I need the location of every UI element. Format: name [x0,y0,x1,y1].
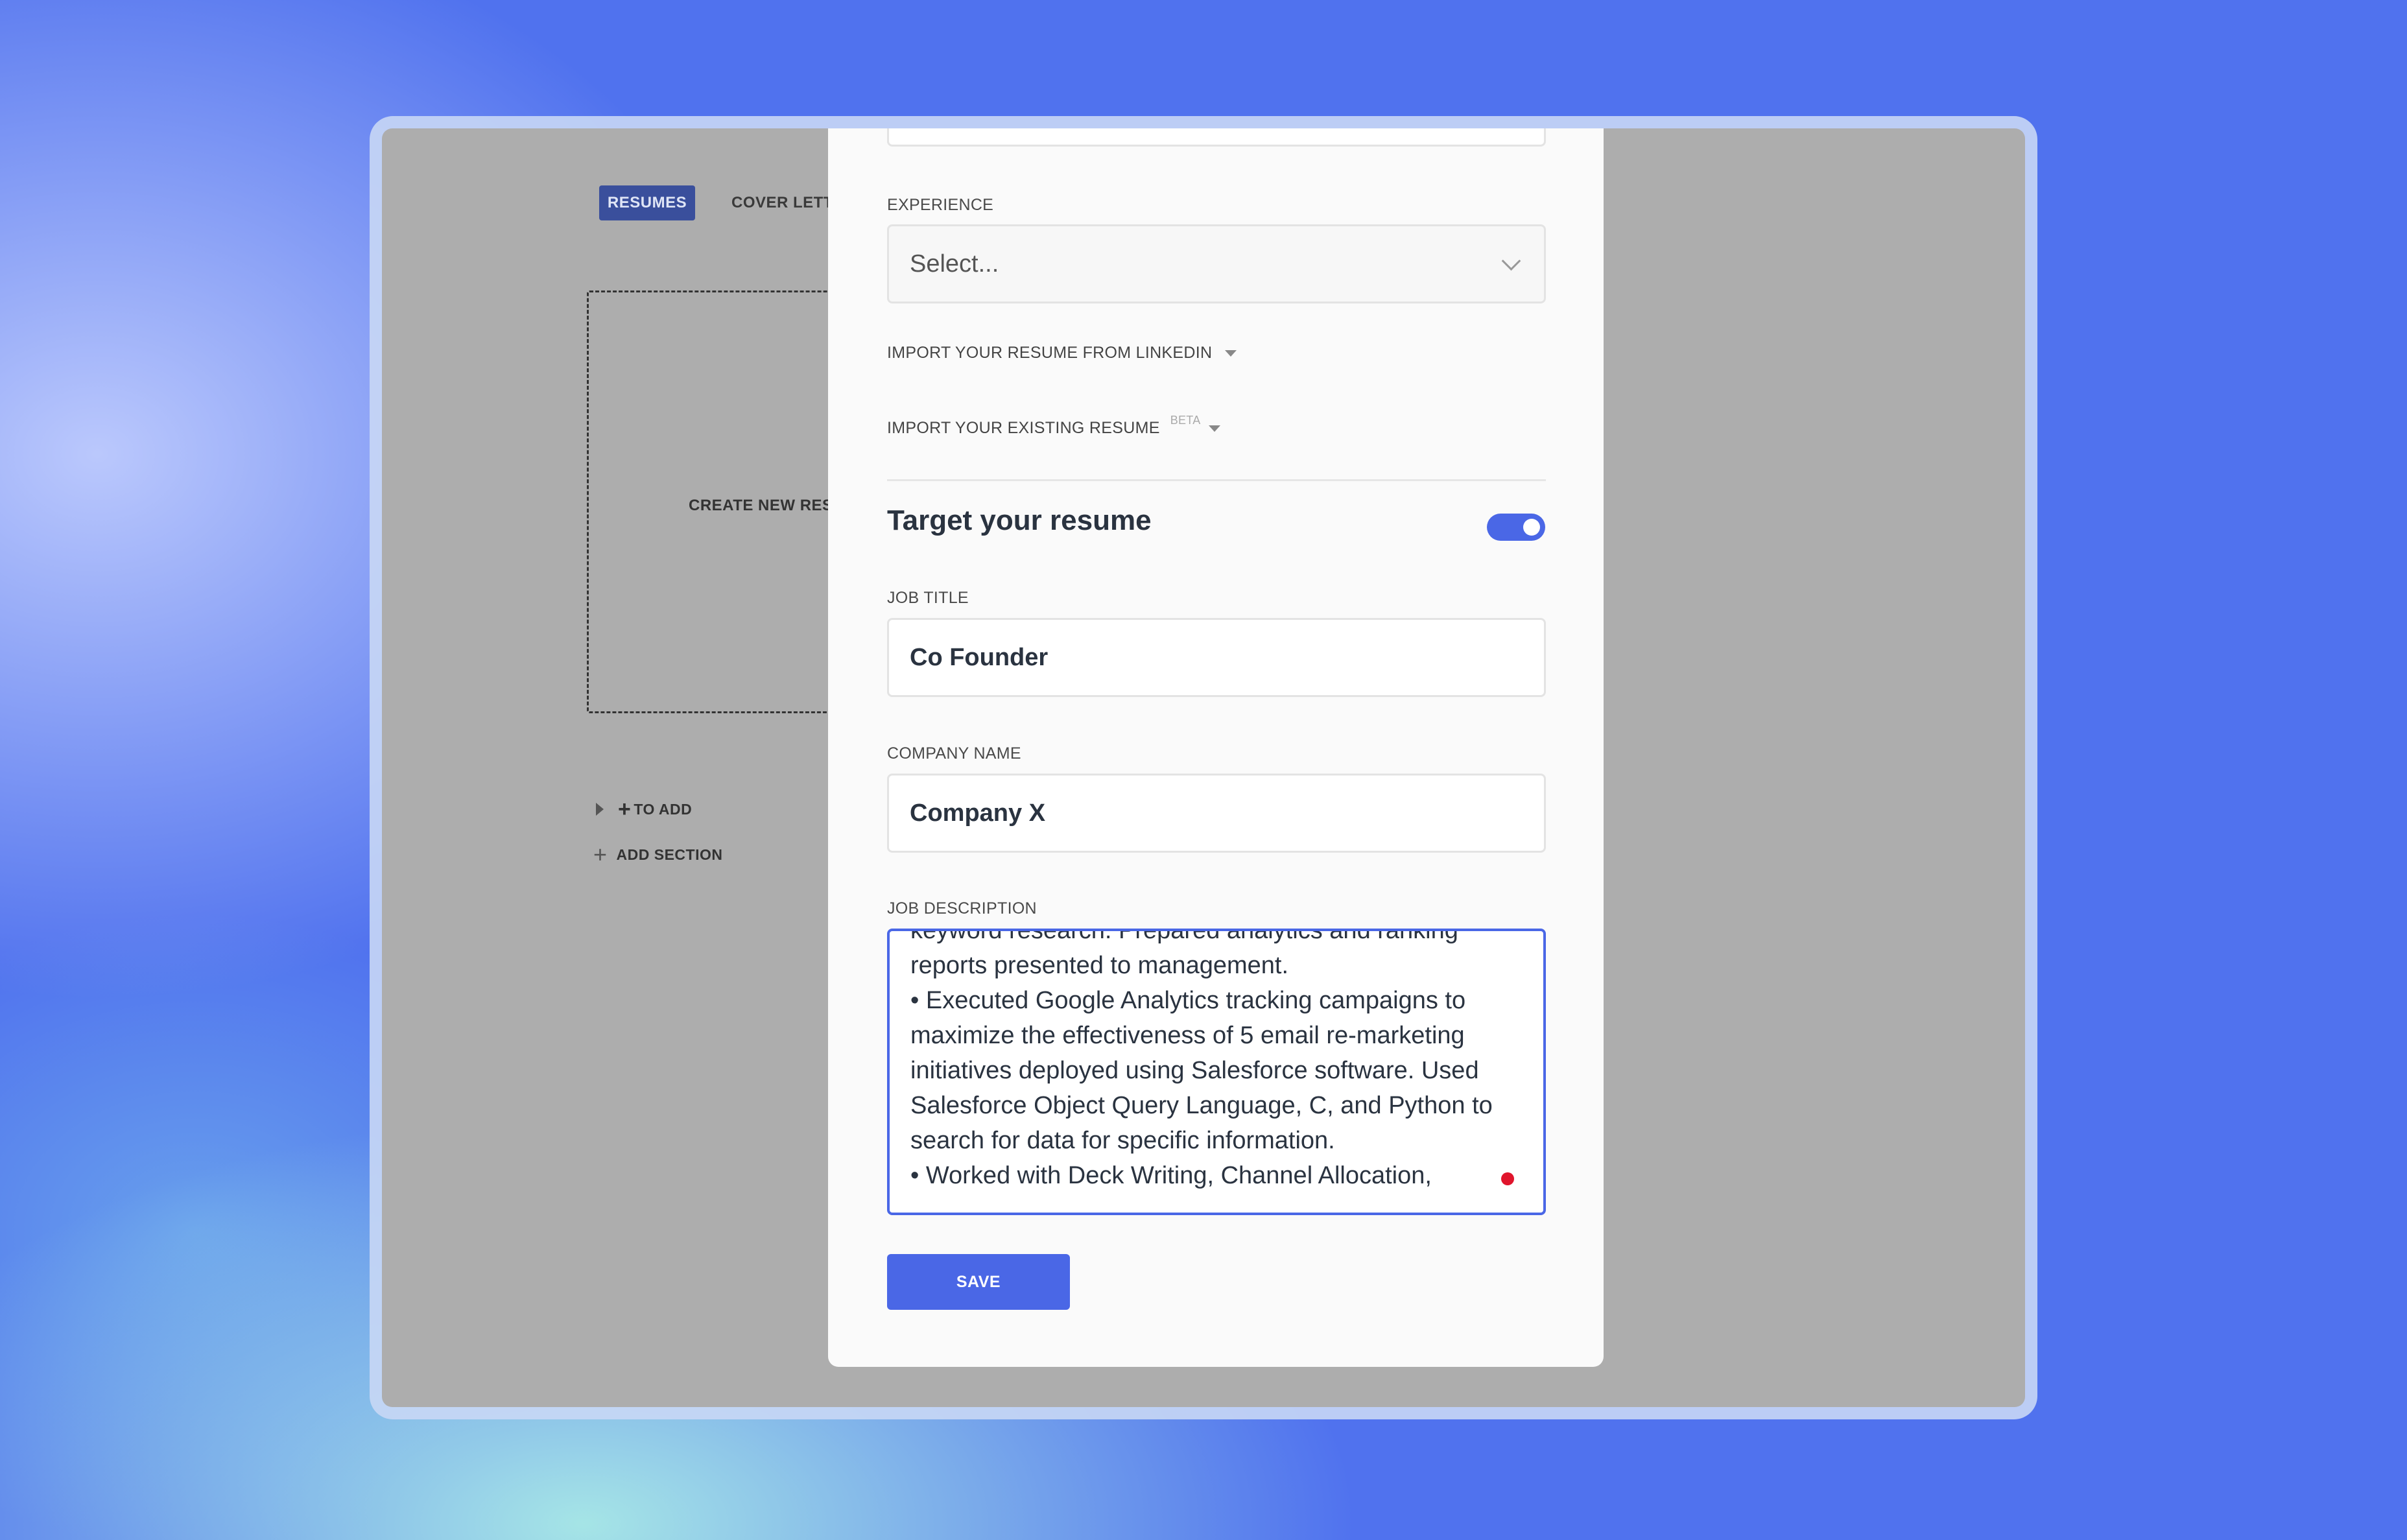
target-resume-toggle[interactable] [1487,514,1545,541]
tab-resumes[interactable]: RESUMES [599,185,695,220]
experience-select[interactable]: Select... [887,224,1546,303]
chevron-down-icon [1501,251,1521,270]
name-input[interactable] [887,128,1546,147]
import-existing-toggle[interactable]: IMPORT YOUR EXISTING RESUME BETA [887,414,1220,438]
job-description-line: search for data for specific information… [910,1127,1335,1154]
tab-cover-letters[interactable]: COVER LETT [731,185,833,220]
section-divider [887,479,1546,481]
app-window: RESUMES COVER LETT CREATE NEW RES + TO A… [382,128,2025,1407]
to-add-row[interactable]: + TO ADD [596,798,692,820]
toggle-knob [1523,519,1540,536]
job-description-line: Salesforce Object Query Language, C, and… [910,1092,1493,1119]
experience-select-value: Select... [910,250,999,278]
add-section-label: ADD SECTION [616,846,723,863]
caret-down-icon [1225,349,1237,357]
job-description-line: reports presented to management. [910,952,1289,979]
company-name-value: Company X [910,799,1046,827]
plus-icon: + [618,797,632,822]
company-name-label: COMPANY NAME [887,744,1021,763]
add-section-button[interactable]: + ADD SECTION [593,843,722,866]
job-description-line: maximize the effectiveness of 5 email re… [910,1022,1465,1049]
caret-down-icon [1208,425,1220,432]
create-resume-modal: EXPERIENCE Select... IMPORT YOUR RESUME … [828,128,1604,1367]
job-title-value: Co Founder [910,643,1049,671]
save-button[interactable]: SAVE [887,1254,1070,1310]
job-title-label: JOB TITLE [887,589,969,607]
company-name-input[interactable]: Company X [887,774,1546,853]
target-resume-title: Target your resume [887,504,1152,536]
beta-badge: BETA [1170,414,1201,427]
to-add-label: TO ADD [634,800,693,818]
job-description-textarea[interactable]: keyword research. Prepared analytics and… [887,929,1546,1215]
caret-right-icon [596,803,604,816]
import-existing-label: IMPORT YOUR EXISTING RESUME [887,419,1160,437]
create-new-resume-label: CREATE NEW RES [689,497,833,514]
job-description-text: keyword research. Prepared analytics and… [910,929,1513,1193]
job-description-line: • Worked with Deck Writing, Channel Allo… [910,1162,1432,1189]
window-frame: RESUMES COVER LETT CREATE NEW RES + TO A… [370,116,2037,1419]
notification-dot-icon [1501,1172,1514,1185]
job-description-line: keyword research. Prepared analytics and… [910,929,1458,944]
job-description-label: JOB DESCRIPTION [887,899,1037,918]
import-linkedin-toggle[interactable]: IMPORT YOUR RESUME FROM LINKEDIN [887,344,1237,362]
job-description-line: • Executed Google Analytics tracking cam… [910,987,1466,1014]
plus-icon: + [593,841,608,868]
job-title-input[interactable]: Co Founder [887,618,1546,697]
experience-label: EXPERIENCE [887,196,994,214]
import-linkedin-label: IMPORT YOUR RESUME FROM LINKEDIN [887,344,1213,362]
job-description-line: initiatives deployed using Salesforce so… [910,1057,1479,1084]
